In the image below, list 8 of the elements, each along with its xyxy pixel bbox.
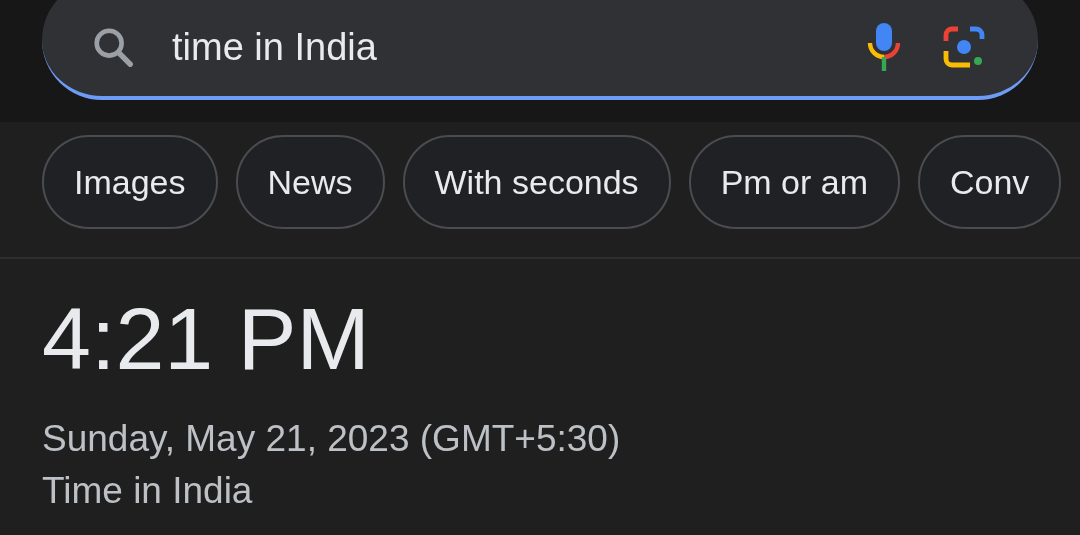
filter-chip[interactable]: News <box>235 135 385 229</box>
filter-chip[interactable]: Conv <box>918 135 1062 229</box>
date-text: Sunday, May 21, 2023 (GMT+5:30) <box>42 417 622 461</box>
filter-chip[interactable]: With seconds <box>402 135 671 229</box>
filter-chip[interactable]: Pm or am <box>688 135 900 229</box>
current-time: 4:21 PM <box>42 295 371 383</box>
filter-chip[interactable]: Images <box>42 135 218 229</box>
location-caption: Time in India <box>42 469 254 513</box>
